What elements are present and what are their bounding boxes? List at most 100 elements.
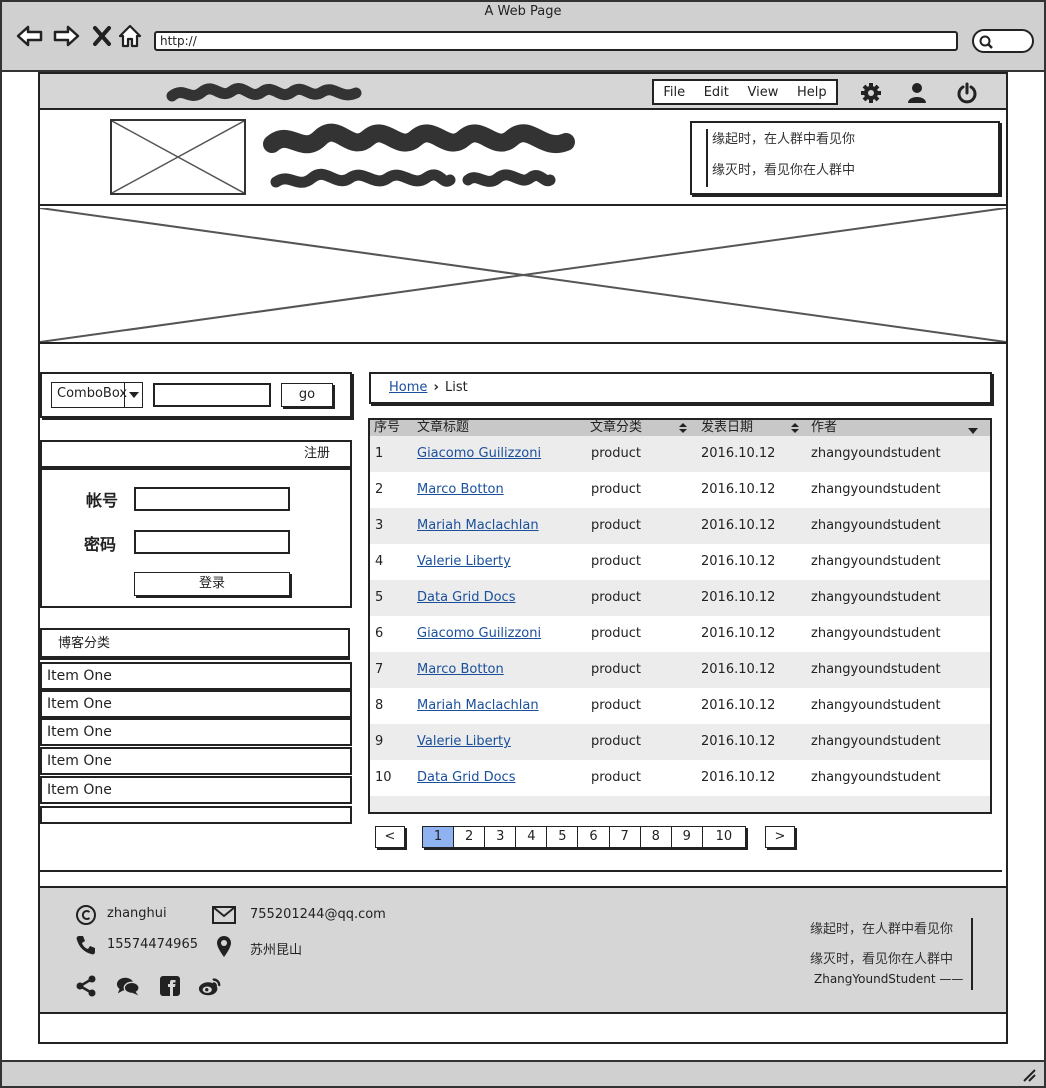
cell-category: product bbox=[591, 446, 642, 461]
login-button[interactable]: 登录 bbox=[134, 572, 290, 596]
column-header-date[interactable]: 发表日期 bbox=[701, 420, 753, 436]
page-2[interactable]: 2 bbox=[454, 827, 486, 847]
column-header-no[interactable]: 序号 bbox=[374, 420, 400, 436]
footer-quote-bar bbox=[971, 918, 973, 990]
table-row[interactable]: 2 Marco Botton product 2016.10.12 zhangy… bbox=[370, 472, 990, 508]
footer-phone: 15574474965 bbox=[107, 937, 198, 952]
username-label: 帐号 bbox=[86, 491, 119, 510]
page-6[interactable]: 6 bbox=[578, 827, 610, 847]
menu-view[interactable]: View bbox=[748, 85, 779, 100]
page-10[interactable]: 10 bbox=[703, 827, 745, 847]
quote-line-1: 缘起时，在人群中看见你 bbox=[712, 132, 856, 147]
breadcrumb-home-link[interactable]: Home bbox=[389, 380, 427, 395]
cell-date: 2016.10.12 bbox=[701, 482, 776, 497]
category-item[interactable]: Item One bbox=[40, 747, 352, 775]
banner-image-placeholder bbox=[39, 207, 1007, 344]
page-4[interactable]: 4 bbox=[516, 827, 548, 847]
menu-edit[interactable]: Edit bbox=[704, 85, 729, 100]
table-row[interactable]: 6 Giacomo Guilizzoni product 2016.10.12 … bbox=[370, 616, 990, 652]
category-title: 博客分类 bbox=[40, 628, 350, 658]
forward-arrow-icon[interactable] bbox=[52, 22, 80, 50]
stop-x-icon[interactable] bbox=[88, 22, 116, 50]
username-field[interactable] bbox=[134, 487, 290, 511]
cell-date: 2016.10.12 bbox=[701, 518, 776, 533]
combobox-dropdown-icon[interactable] bbox=[124, 382, 143, 408]
location-pin-icon bbox=[212, 934, 236, 958]
table-row[interactable]: 10 Data Grid Docs product 2016.10.12 zha… bbox=[370, 760, 990, 796]
table-row[interactable]: 9 Valerie Liberty product 2016.10.12 zha… bbox=[370, 724, 990, 760]
page-9[interactable]: 9 bbox=[672, 827, 703, 847]
menu-help[interactable]: Help bbox=[797, 85, 827, 100]
chat-bubbles-icon[interactable] bbox=[116, 974, 140, 998]
article-title-link[interactable]: Marco Botton bbox=[417, 482, 504, 497]
settings-gear-icon[interactable] bbox=[858, 80, 884, 106]
cell-date: 2016.10.12 bbox=[701, 662, 776, 677]
page-5[interactable]: 5 bbox=[547, 827, 579, 847]
cell-no: 8 bbox=[375, 698, 384, 713]
menu-file[interactable]: File bbox=[663, 85, 685, 100]
page-3[interactable]: 3 bbox=[485, 827, 517, 847]
article-title-link[interactable]: Mariah Maclachlan bbox=[417, 698, 539, 713]
footer-email[interactable]: 755201244@qq.com bbox=[250, 907, 386, 922]
prev-page-button[interactable]: < bbox=[375, 826, 405, 848]
cell-category: product bbox=[591, 626, 642, 641]
phone-icon bbox=[74, 933, 98, 957]
category-item[interactable]: Item One bbox=[40, 718, 352, 746]
site-title-scribble bbox=[263, 123, 575, 188]
go-button[interactable]: go bbox=[281, 383, 333, 407]
resize-grip-icon[interactable] bbox=[1020, 1066, 1038, 1082]
next-page-button[interactable]: > bbox=[765, 826, 795, 848]
home-icon[interactable] bbox=[116, 22, 144, 50]
power-icon[interactable] bbox=[954, 80, 980, 106]
password-field[interactable] bbox=[134, 530, 290, 554]
facebook-icon[interactable] bbox=[158, 974, 182, 998]
article-title-link[interactable]: Valerie Liberty bbox=[417, 554, 511, 569]
page-1[interactable]: 1 bbox=[423, 827, 455, 847]
cell-author: zhangyoundstudent bbox=[811, 590, 941, 605]
table-header: 序号 文章标题 文章分类 发表日期 作者 bbox=[370, 420, 990, 436]
password-label: 密码 bbox=[84, 535, 117, 554]
copyright-icon bbox=[74, 903, 98, 927]
table-row[interactable]: 4 Valerie Liberty product 2016.10.12 zha… bbox=[370, 544, 990, 580]
category-item[interactable]: Item One bbox=[40, 776, 352, 804]
cell-no: 3 bbox=[375, 518, 384, 533]
envelope-icon bbox=[212, 903, 236, 927]
table-row[interactable]: 3 Mariah Maclachlan product 2016.10.12 z… bbox=[370, 508, 990, 544]
article-title-link[interactable]: Mariah Maclachlan bbox=[417, 518, 539, 533]
column-header-category[interactable]: 文章分类 bbox=[590, 420, 642, 436]
header-quote-box: 缘起时，在人群中看见你 缘灭时，看见你在人群中 bbox=[690, 121, 1000, 195]
article-title-link[interactable]: Marco Botton bbox=[417, 662, 504, 677]
table-row[interactable]: 7 Marco Botton product 2016.10.12 zhangy… bbox=[370, 652, 990, 688]
back-arrow-icon[interactable] bbox=[16, 22, 44, 50]
article-title-link[interactable]: Valerie Liberty bbox=[417, 734, 511, 749]
article-title-link[interactable]: Data Grid Docs bbox=[417, 590, 515, 605]
register-link[interactable]: 注册 bbox=[40, 440, 352, 468]
table-row[interactable]: 5 Data Grid Docs product 2016.10.12 zhan… bbox=[370, 580, 990, 616]
table-row[interactable]: 1 Giacomo Guilizzoni product 2016.10.12 … bbox=[370, 436, 990, 472]
browser-search-field[interactable] bbox=[972, 29, 1034, 53]
cell-no: 1 bbox=[375, 446, 384, 461]
table-row[interactable]: 8 Mariah Maclachlan product 2016.10.12 z… bbox=[370, 688, 990, 724]
search-input[interactable] bbox=[153, 383, 271, 407]
url-input[interactable]: http:// bbox=[154, 31, 958, 51]
article-title-link[interactable]: Data Grid Docs bbox=[417, 770, 515, 785]
cell-author: zhangyoundstudent bbox=[811, 626, 941, 641]
cell-category: product bbox=[591, 590, 642, 605]
user-icon[interactable] bbox=[904, 80, 930, 106]
column-header-title[interactable]: 文章标题 bbox=[417, 420, 469, 436]
column-header-author[interactable]: 作者 bbox=[811, 420, 837, 436]
cell-no: 7 bbox=[375, 662, 384, 677]
category-item[interactable]: Item One bbox=[40, 662, 352, 690]
share-icon[interactable] bbox=[74, 974, 98, 998]
cell-date: 2016.10.12 bbox=[701, 626, 776, 641]
category-item[interactable]: Item One bbox=[40, 690, 352, 718]
cell-category: product bbox=[591, 662, 642, 677]
article-title-link[interactable]: Giacomo Guilizzoni bbox=[417, 626, 541, 641]
weibo-icon[interactable] bbox=[198, 974, 222, 998]
page-8[interactable]: 8 bbox=[641, 827, 672, 847]
page-7[interactable]: 7 bbox=[610, 827, 641, 847]
cell-author: zhangyoundstudent bbox=[811, 662, 941, 677]
footer-location: 苏州昆山 bbox=[250, 943, 303, 958]
article-title-link[interactable]: Giacomo Guilizzoni bbox=[417, 446, 541, 461]
cell-no: 4 bbox=[375, 554, 384, 569]
